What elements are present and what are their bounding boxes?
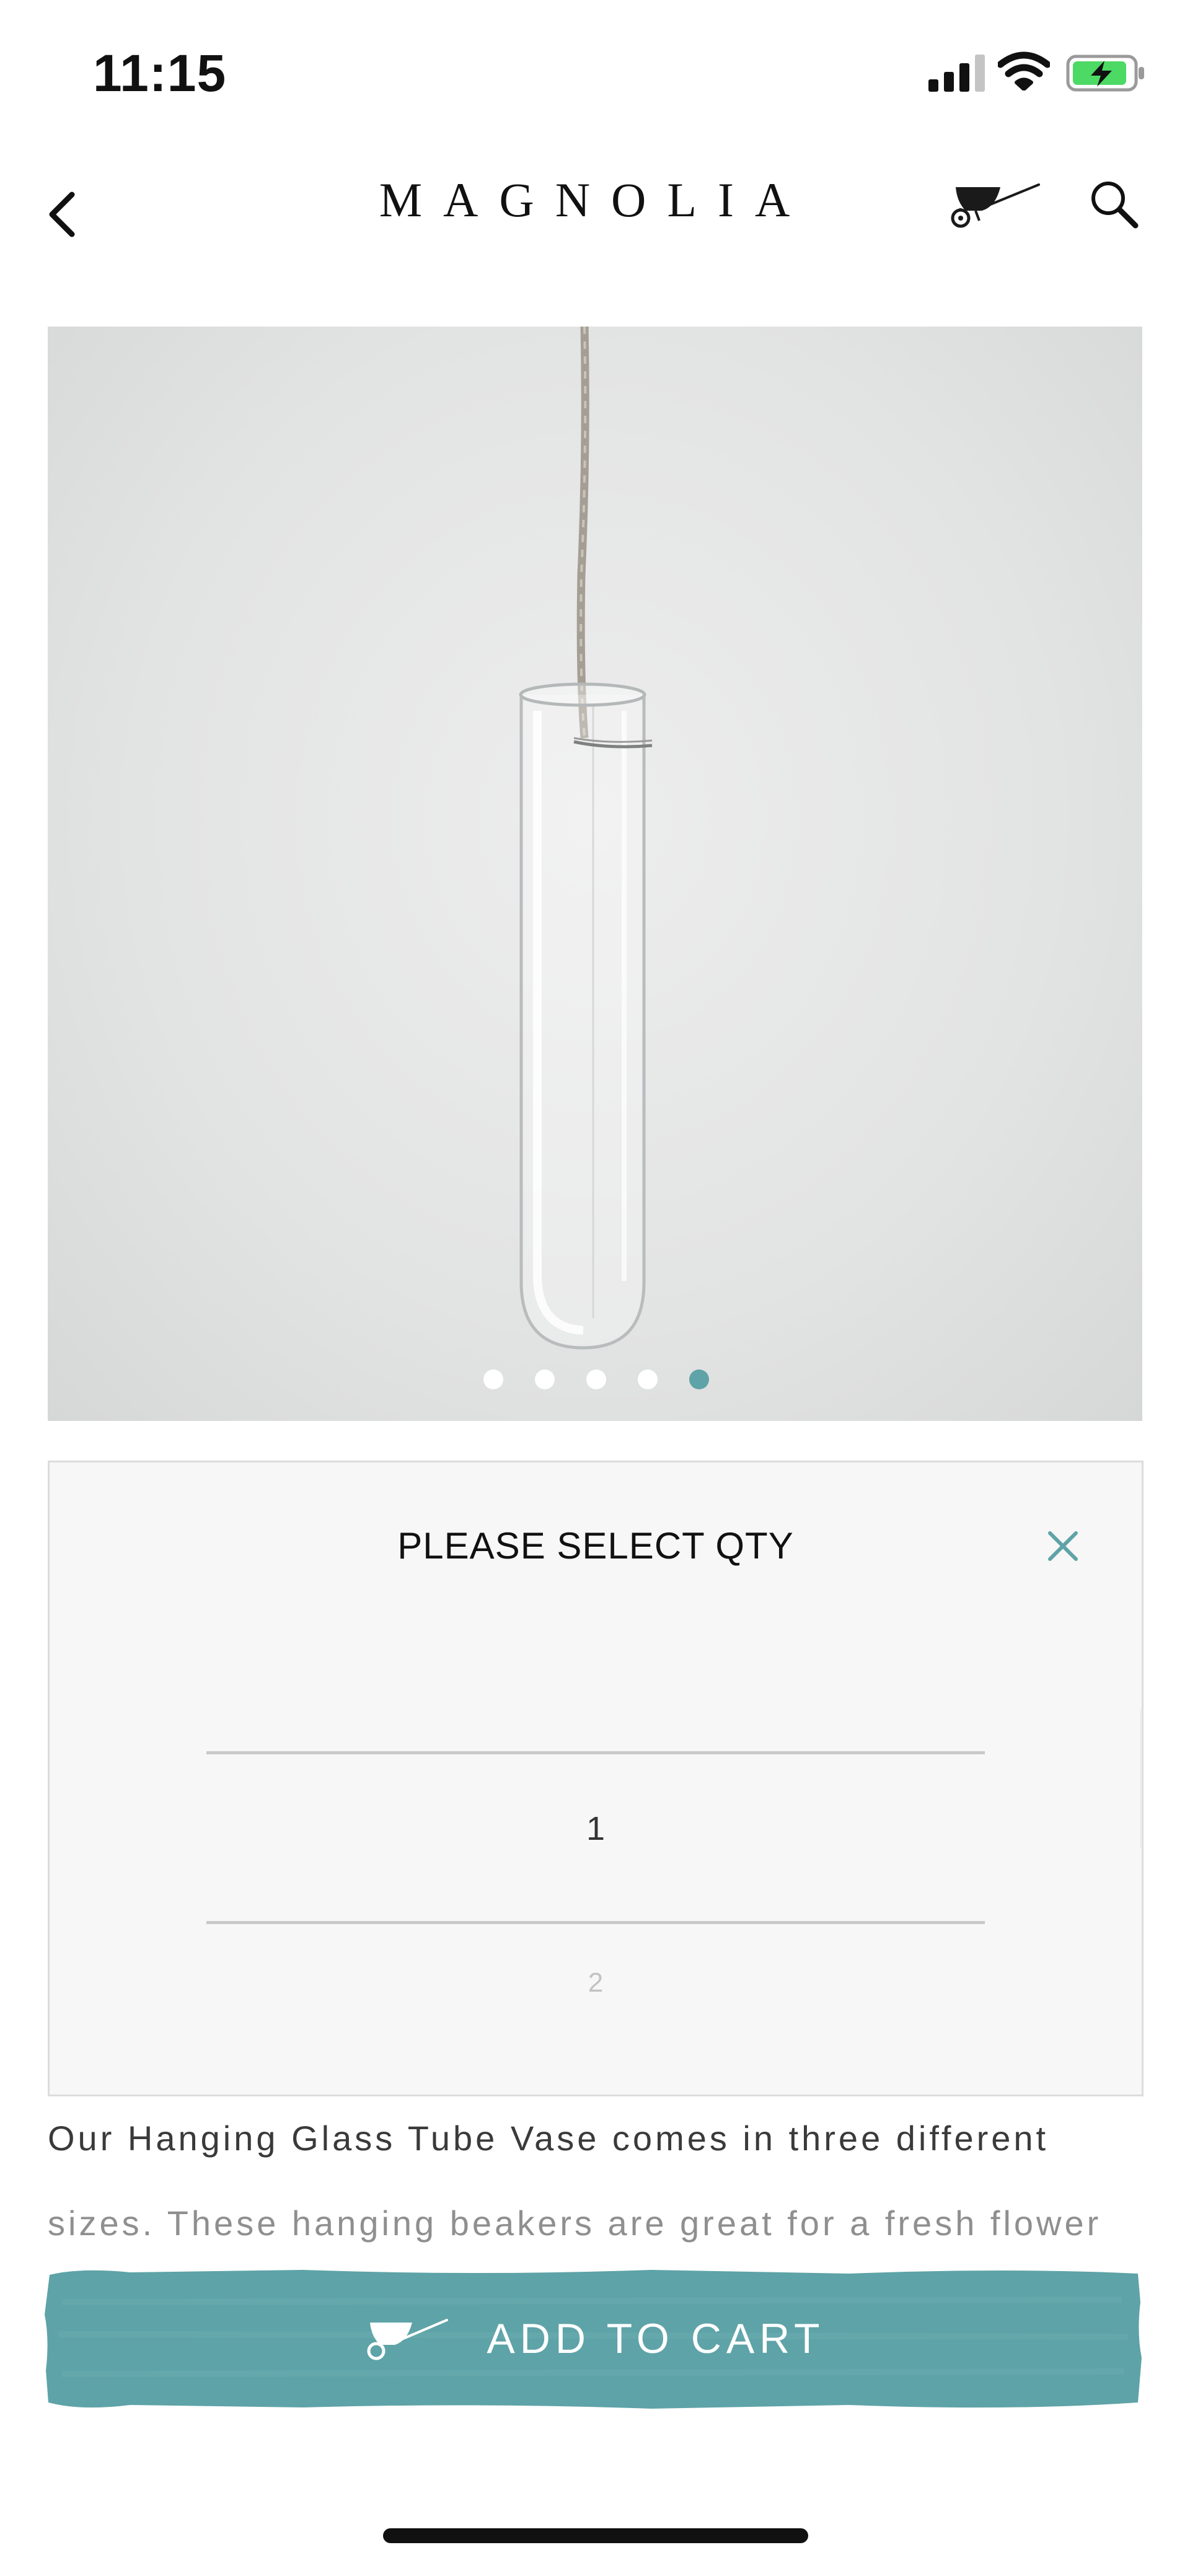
cellular-signal-icon <box>928 55 985 92</box>
battery-icon <box>1066 55 1144 92</box>
qty-picker-title: PLEASE SELECT QTY <box>397 1525 794 1567</box>
picker-selection-line-top <box>206 1751 985 1754</box>
add-to-cart-button[interactable]: ADD TO CART <box>43 2265 1144 2412</box>
close-icon[interactable] <box>1041 1524 1085 1568</box>
carousel-dot-3[interactable] <box>586 1369 606 1389</box>
add-to-cart-label: ADD TO CART <box>487 2315 825 2362</box>
status-time: 11:15 <box>93 44 227 102</box>
wifi-icon <box>998 51 1050 90</box>
brand-logo: MAGNOLIA <box>379 173 811 227</box>
back-arrow-icon[interactable] <box>37 186 93 242</box>
carousel-dot-4[interactable] <box>638 1369 658 1389</box>
add-to-cart-content: ADD TO CART <box>43 2265 1144 2412</box>
product-description-line: Our Hanging Glass Tube Vase comes in thr… <box>48 2119 1049 2158</box>
wheelbarrow-cart-icon[interactable] <box>947 180 1040 229</box>
carousel-dot-1[interactable] <box>483 1369 503 1389</box>
qty-option-selected[interactable]: 1 <box>50 1809 1142 1848</box>
search-icon[interactable] <box>1088 178 1140 231</box>
product-description-line: sizes. These hanging beakers are great f… <box>48 2204 1102 2243</box>
home-indicator[interactable] <box>383 2528 808 2543</box>
carousel-dots <box>0 1369 1190 1394</box>
qty-option[interactable]: 2 <box>50 1967 1142 1998</box>
carousel-dot-5-active[interactable] <box>689 1369 709 1389</box>
product-image[interactable] <box>48 327 1142 1421</box>
divider <box>1140 1708 1142 1848</box>
glass-tube-vase-illustration <box>519 327 653 1350</box>
qty-picker-panel: PLEASE SELECT QTY 1 2 <box>48 1461 1144 2096</box>
picker-selection-line-bottom <box>206 1921 985 1924</box>
wheelbarrow-icon <box>367 2319 449 2360</box>
carousel-dot-2[interactable] <box>535 1369 555 1389</box>
